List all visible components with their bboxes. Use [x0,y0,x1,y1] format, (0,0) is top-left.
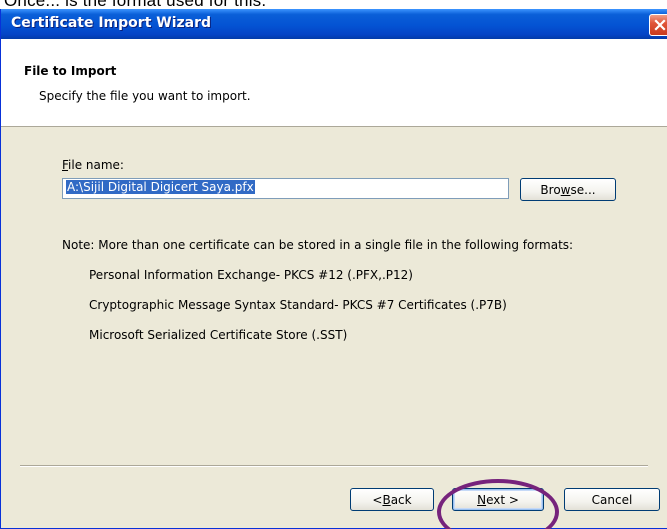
next-button-highlight-ring [437,479,559,529]
top-caption-fragment: Once... is the format used for this. [0,0,667,9]
file-name-label: File name: [62,158,124,172]
wizard-header: File to Import Specify the file you want… [1,39,667,127]
page-subtitle: Specify the file you want to import. [39,89,251,103]
back-button[interactable]: < Back [350,488,434,511]
note-text: Note: More than one certificate can be s… [62,238,574,252]
close-icon [654,19,666,31]
file-name-input[interactable]: A:\Sijil Digital Digicert Saya.pfx [62,178,509,199]
wizard-window: Certificate Import Wizard File to Import… [0,9,667,529]
cancel-button[interactable]: Cancel [564,488,660,511]
format-item-p7b: Cryptographic Message Syntax Standard- P… [89,298,507,312]
title-bar[interactable]: Certificate Import Wizard [1,9,667,39]
footer-divider [20,465,648,467]
format-item-pfx: Personal Information Exchange- PKCS #12 … [89,268,413,282]
browse-button[interactable]: Bro w se... [520,178,616,201]
file-name-value: A:\Sijil Digital Digicert Saya.pfx [66,180,255,194]
format-item-sst: Microsoft Serialized Certificate Store (… [89,328,348,342]
page-title: File to Import [24,64,117,78]
close-button[interactable] [649,14,667,36]
window-title: Certificate Import Wizard [11,15,212,31]
top-caption-text: Once... is the format used for this. [4,0,266,9]
